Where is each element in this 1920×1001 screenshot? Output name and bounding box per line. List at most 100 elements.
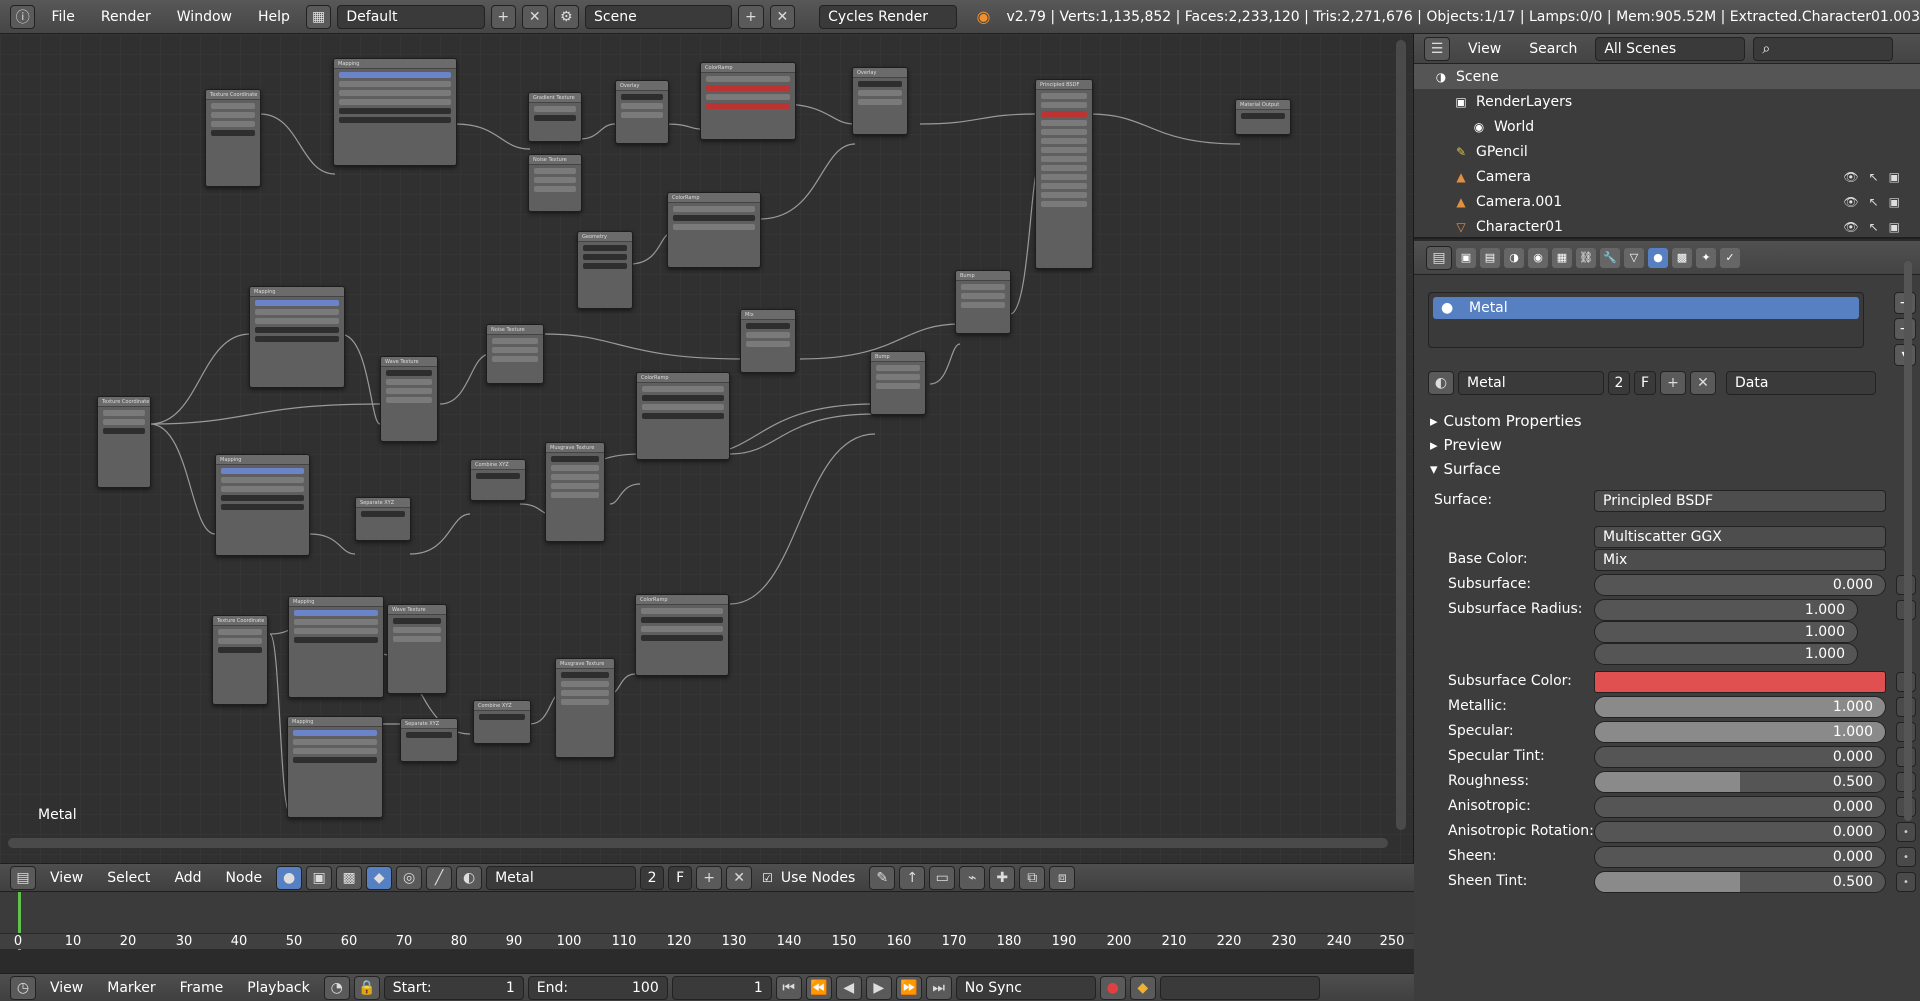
timeline-area[interactable]: 0 10 20 30 40 50 60 70 80 90 100 110 120… (0, 891, 1414, 950)
link-socket-icon[interactable]: • (1896, 847, 1916, 867)
subsurface-radius-x[interactable]: 1.000 (1594, 599, 1858, 621)
node-editor[interactable]: Texture Coordinate Mapping Gradient Text… (0, 34, 1414, 863)
end-frame-field[interactable]: End: 100 (527, 975, 668, 1000)
outliner-item-character01[interactable]: ▽ Character01 👁 ↖ ▣ (1414, 214, 1920, 239)
cursor-icon[interactable]: ↖ (1869, 195, 1879, 209)
node-separate-xyz[interactable]: Separate XYZ (355, 497, 411, 541)
node-gradient-texture[interactable]: Gradient Texture (528, 92, 582, 142)
physics-tab-icon[interactable]: ✓ (1720, 247, 1740, 268)
outliner-search-input[interactable]: ⌕ (1753, 36, 1894, 61)
sheen-tint-slider[interactable]: 0.500 (1594, 871, 1886, 893)
node-colorramp-2[interactable]: ColorRamp (667, 192, 761, 268)
menu-render[interactable]: Render (91, 9, 161, 25)
node-geometry[interactable]: Geometry (577, 231, 633, 309)
menu-add[interactable]: Add (164, 870, 211, 886)
node-bump[interactable]: Bump (870, 351, 926, 415)
backdrop-icon[interactable]: ▭ (929, 865, 956, 890)
preview-range-icon[interactable]: ◔ (323, 975, 350, 1000)
outliner-item-renderlayers[interactable]: ▣ RenderLayers (1414, 89, 1920, 114)
node-mapping-3[interactable]: Mapping (215, 454, 310, 556)
particles-tab-icon[interactable]: ✦ (1696, 247, 1716, 268)
paste-nodes-icon[interactable]: ⧈ (1049, 865, 1076, 890)
timeline-menu-playback[interactable]: Playback (237, 980, 319, 996)
info-editor-type-icon[interactable]: ⓘ (10, 4, 36, 29)
node-texture-coordinate-2[interactable]: Texture Coordinate (97, 396, 151, 488)
visibility-toggles[interactable]: 👁 ↖ ▣ (1843, 220, 1900, 234)
node-mapping-4[interactable]: Mapping (288, 596, 384, 698)
texture-tab-icon[interactable]: ▩ (1672, 247, 1692, 268)
play-reverse-icon[interactable]: ◀ (835, 975, 862, 1000)
jump-start-icon[interactable]: ⏮ (775, 975, 802, 1000)
material-fake-user[interactable]: F (1634, 371, 1656, 395)
eye-icon[interactable]: 👁 (1843, 195, 1858, 209)
current-frame-field[interactable]: 1 (671, 975, 772, 1000)
snap-icon[interactable]: ⌁ (959, 865, 986, 890)
outliner-menu-search[interactable]: Search (1519, 41, 1587, 57)
constraints-tab-icon[interactable]: ⛓ (1576, 247, 1596, 268)
subsurface-color-swatch[interactable] (1594, 671, 1886, 693)
outliner-item-camera[interactable]: ▲ Camera 👁 ↖ ▣ (1414, 164, 1920, 189)
add-layout-icon[interactable]: + (490, 4, 517, 29)
scene-field[interactable]: Scene (585, 4, 733, 29)
object-tab-icon[interactable]: ▦ (1552, 247, 1572, 268)
visibility-toggles[interactable]: 👁 ↖ ▣ (1843, 170, 1900, 184)
panel-preview[interactable]: ▸ Preview (1430, 436, 1502, 454)
data-tab-icon[interactable]: ▽ (1624, 247, 1644, 268)
compositing-nodes-icon[interactable]: ▣ (306, 865, 333, 890)
menu-node[interactable]: Node (216, 870, 273, 886)
base-color-input[interactable]: Mix (1594, 549, 1886, 571)
node-wave-texture-2[interactable]: Wave Texture (387, 604, 447, 694)
timeline-editor-type-icon[interactable]: ◷ (10, 975, 36, 1000)
node-combine-xyz-2[interactable]: Combine XYZ (473, 700, 531, 744)
material-slot[interactable]: ● Metal (1433, 297, 1859, 319)
unlink-material-icon[interactable]: ✕ (726, 865, 753, 890)
snap-element-icon[interactable]: ✚ (989, 865, 1016, 890)
node-noise-texture[interactable]: Noise Texture (528, 154, 582, 212)
eye-icon[interactable]: 👁 (1843, 220, 1858, 234)
material-slots-list[interactable]: ● Metal (1428, 292, 1864, 348)
menu-select[interactable]: Select (97, 870, 160, 886)
use-nodes-checkbox[interactable]: ☑ (762, 871, 773, 885)
parent-node-icon[interactable]: ↑ (899, 865, 926, 890)
node-colorramp-3[interactable]: ColorRamp (636, 372, 730, 460)
keyframe-type-icon[interactable]: ◆ (1129, 975, 1156, 1000)
node-colorramp[interactable]: ColorRamp (700, 62, 796, 140)
scene-tab-icon[interactable]: ◑ (1504, 247, 1524, 268)
link-select[interactable]: Data (1726, 371, 1876, 395)
node-mapping-2[interactable]: Mapping (249, 286, 345, 388)
node-musgrave-texture[interactable]: Musgrave Texture (545, 442, 605, 542)
screen-layout-icon[interactable]: ▦ (305, 4, 332, 29)
outliner-item-world[interactable]: ◉ World (1414, 114, 1920, 139)
node-texture-coordinate-3[interactable]: Texture Coordinate (212, 615, 268, 705)
outliner-item-scene[interactable]: ◑ Scene (1414, 64, 1920, 89)
node-colorramp-4[interactable]: ColorRamp (635, 594, 729, 676)
render-icon[interactable]: ▣ (1889, 220, 1900, 234)
menu-view[interactable]: View (40, 870, 93, 886)
panel-custom-properties[interactable]: ▸ Custom Properties (1430, 412, 1582, 430)
node-overlay[interactable]: Overlay (615, 80, 669, 144)
start-frame-field[interactable]: Start: 1 (383, 975, 524, 1000)
vertical-scrollbar[interactable] (1396, 40, 1406, 830)
outliner-item-gpencil[interactable]: ✎ GPencil (1414, 139, 1920, 164)
copy-nodes-icon[interactable]: ⧉ (1019, 865, 1046, 890)
timeline-menu-marker[interactable]: Marker (97, 980, 165, 996)
metallic-slider[interactable]: 1.000 (1594, 696, 1886, 718)
visibility-toggles[interactable]: 👁 ↖ ▣ (1843, 195, 1900, 209)
jump-keyframe-forward-icon[interactable]: ⏩ (895, 975, 922, 1000)
subsurface-slider[interactable]: 0.000 (1594, 574, 1886, 596)
menu-file[interactable]: File (41, 9, 84, 25)
outliner-item-camera-001[interactable]: ▲ Camera.001 👁 ↖ ▣ (1414, 189, 1920, 214)
linestyle-shader-icon[interactable]: ╱ (426, 865, 453, 890)
subsurface-radius-y[interactable]: 1.000 (1594, 621, 1858, 643)
render-icon[interactable]: ▣ (1889, 195, 1900, 209)
node-texture-coordinate[interactable]: Texture Coordinate (205, 89, 261, 187)
lock-range-icon[interactable]: 🔒 (353, 975, 380, 1000)
node-bump-2[interactable]: Bump (955, 270, 1011, 334)
play-icon[interactable]: ▶ (865, 975, 892, 1000)
sync-mode-select[interactable]: No Sync (955, 975, 1096, 1000)
node-mix[interactable]: Mix (740, 309, 796, 373)
render-engine-select[interactable]: Cycles Render (819, 4, 957, 29)
distribution-select[interactable]: Multiscatter GGX (1594, 526, 1886, 548)
material-users[interactable]: 2 (1608, 371, 1630, 395)
material-tab-icon[interactable]: ● (1648, 247, 1668, 268)
